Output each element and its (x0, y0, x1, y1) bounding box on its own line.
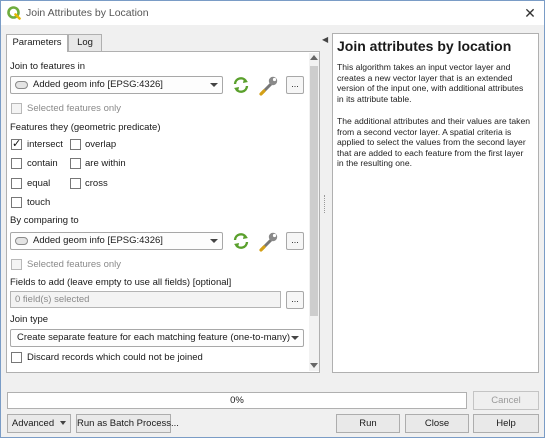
compare-layer-value: Added geom info [EPSG:4326] (33, 235, 163, 246)
advanced-button[interactable]: Advanced (7, 414, 71, 433)
join-layer-browse-button[interactable]: ... (286, 76, 304, 94)
fields-label: Fields to add (leave empty to use all fi… (10, 277, 232, 288)
chevron-down-icon (210, 83, 218, 87)
wrench-settings-icon[interactable] (258, 230, 280, 252)
tab-parameters[interactable]: Parameters (6, 34, 68, 52)
contain-label: contain (27, 158, 58, 169)
are-within-checkbox[interactable] (70, 158, 81, 169)
are-within-label: are within (85, 158, 126, 169)
overlap-label: overlap (85, 139, 117, 150)
vector-layer-icon (15, 237, 28, 245)
join-type-value: Create separate feature for each matchin… (17, 332, 291, 343)
chevron-down-icon (60, 421, 67, 426)
collapse-panel-icon[interactable]: ◀ (322, 36, 330, 44)
tab-log[interactable]: Log (68, 34, 102, 51)
progress-bar: 0% (7, 392, 467, 409)
join-to-label: Join to features in (10, 61, 85, 72)
join-layer-combo[interactable]: Added geom info [EPSG:4326] (10, 76, 223, 94)
qgis-logo-icon (7, 6, 21, 20)
help-paragraph-2: The additional attributes and their valu… (337, 116, 531, 168)
iterate-icon[interactable] (230, 230, 252, 252)
cross-label: cross (85, 178, 108, 189)
compare-layer-combo[interactable]: Added geom info [EPSG:4326] (10, 232, 223, 250)
chevron-down-icon (210, 239, 218, 243)
selected-only-checkbox-2[interactable] (11, 259, 22, 270)
cancel-button[interactable]: Cancel (473, 391, 539, 410)
selected-only-label-1: Selected features only (27, 103, 122, 114)
touch-checkbox[interactable] (11, 197, 22, 208)
selected-only-label-2: Selected features only (27, 259, 122, 270)
run-button[interactable]: Run (336, 414, 400, 433)
equal-checkbox[interactable] (11, 178, 22, 189)
intersect-label: intersect (27, 139, 63, 150)
intersect-checkbox[interactable] (11, 137, 22, 150)
help-panel: Join attributes by location This algorit… (332, 33, 539, 373)
compare-layer-browse-button[interactable]: ... (286, 232, 304, 250)
cross-checkbox[interactable] (70, 178, 81, 189)
panel-scrollbar[interactable] (309, 53, 319, 371)
help-paragraph-1: This algorithm takes an input vector lay… (337, 62, 524, 104)
fields-input[interactable]: 0 field(s) selected (10, 291, 281, 308)
contain-checkbox[interactable] (11, 158, 22, 169)
chevron-down-icon (291, 336, 299, 340)
touch-label: touch (27, 197, 51, 208)
vector-layer-icon (15, 81, 28, 89)
compare-label: By comparing to (10, 215, 79, 226)
join-layer-value: Added geom info [EPSG:4326] (33, 79, 163, 90)
parameters-panel (6, 51, 320, 373)
overlap-checkbox[interactable] (70, 139, 81, 150)
help-button[interactable]: Help (473, 414, 539, 433)
scroll-down-icon[interactable] (310, 363, 318, 368)
help-title: Join attributes by location (337, 38, 512, 54)
batch-process-button[interactable]: Run as Batch Process... (76, 414, 179, 433)
join-type-combo[interactable]: Create separate feature for each matchin… (10, 329, 304, 347)
discard-checkbox[interactable] (11, 352, 22, 363)
predicate-label: Features they (geometric predicate) (10, 122, 161, 133)
panel-splitter[interactable] (324, 195, 328, 213)
iterate-icon[interactable] (230, 74, 252, 96)
advanced-label: Advanced (11, 418, 55, 429)
selected-only-checkbox-1[interactable] (11, 103, 22, 114)
scroll-up-icon[interactable] (310, 55, 318, 60)
equal-label: equal (27, 178, 51, 189)
discard-label: Discard records which could not be joine… (27, 352, 203, 363)
wrench-settings-icon[interactable] (258, 74, 280, 96)
window-title: Join Attributes by Location (26, 7, 149, 19)
scrollbar-thumb[interactable] (310, 66, 318, 316)
fields-browse-button[interactable]: ... (286, 291, 304, 309)
join-type-label: Join type (10, 314, 49, 325)
title-bar: Join Attributes by Location ✕ (1, 1, 544, 25)
close-window-icon[interactable]: ✕ (521, 4, 539, 22)
close-button[interactable]: Close (405, 414, 469, 433)
dialog-window: Join Attributes by Location ✕ Parameters… (0, 0, 545, 438)
